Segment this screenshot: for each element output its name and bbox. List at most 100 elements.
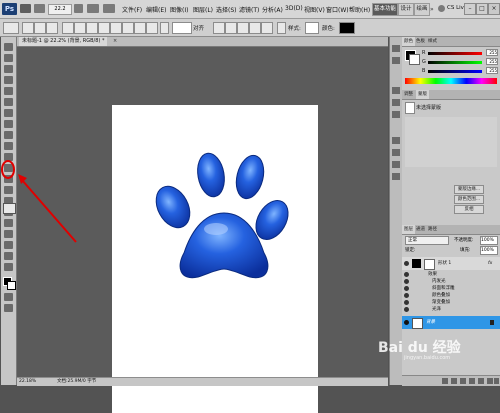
paragraph-panel-icon[interactable] xyxy=(392,173,400,180)
tab-masks[interactable]: 蒙版 xyxy=(416,90,429,99)
subtract-shape-icon[interactable] xyxy=(237,22,249,34)
launch-bridge-icon[interactable] xyxy=(20,4,31,13)
tab-paths[interactable]: 路径 xyxy=(426,225,439,234)
new-layer-icon[interactable] xyxy=(487,378,493,384)
zoom-level-menu[interactable]: 22.2 xyxy=(48,4,72,15)
view-extras-icon[interactable] xyxy=(34,4,45,13)
menu-select[interactable]: 选择(S) xyxy=(216,5,237,14)
visibility-eye-icon[interactable] xyxy=(404,261,409,266)
fill-field[interactable]: 100% xyxy=(480,246,498,255)
fill-pixels-mode-icon[interactable] xyxy=(46,22,58,34)
effect-row[interactable]: 内发光 xyxy=(402,278,500,285)
channel-r-slider[interactable] xyxy=(428,52,482,55)
workspace-essentials[interactable]: 基本功能 xyxy=(372,3,398,16)
effect-eye-icon[interactable] xyxy=(404,279,409,284)
history-panel-icon[interactable] xyxy=(392,45,400,52)
path-operation-icon[interactable] xyxy=(213,22,225,34)
workspace-painting[interactable]: 绘画 xyxy=(414,3,430,16)
opacity-field[interactable]: 100% xyxy=(480,236,498,245)
link-icon[interactable] xyxy=(277,22,286,34)
channel-r-value[interactable]: 255 xyxy=(486,49,498,56)
freeform-pen-icon[interactable] xyxy=(74,22,86,34)
close-button[interactable]: × xyxy=(488,3,500,15)
polygon-shape-icon[interactable] xyxy=(122,22,134,34)
menu-image[interactable]: 图像(I) xyxy=(170,5,188,14)
blend-mode-select[interactable]: 正常 xyxy=(405,236,449,245)
shape-layer-row[interactable]: 形状 1 fx xyxy=(402,257,500,270)
tab-adjustments[interactable]: 调整 xyxy=(402,90,415,99)
effects-row[interactable]: 效果 xyxy=(402,271,500,278)
quick-mask-icon[interactable] xyxy=(4,293,13,301)
maximize-button[interactable]: □ xyxy=(476,3,488,15)
channel-g-value[interactable]: 255 xyxy=(486,58,498,65)
eyedropper-tool-icon[interactable] xyxy=(4,98,13,106)
menu-filter[interactable]: 滤镜(T) xyxy=(239,5,259,14)
menu-layer[interactable]: 图层(L) xyxy=(193,5,213,14)
character-panel-icon[interactable] xyxy=(392,161,400,168)
effect-row[interactable]: 光泽 xyxy=(402,306,500,313)
effect-eye-icon[interactable] xyxy=(404,286,409,291)
zoom-tool-icon[interactable] xyxy=(4,263,13,271)
quick-selection-tool-icon[interactable] xyxy=(4,76,13,84)
geometry-options-icon[interactable] xyxy=(160,22,169,34)
healing-brush-tool-icon[interactable] xyxy=(4,109,13,117)
hand-tool-icon[interactable] xyxy=(4,252,13,260)
menu-view[interactable]: 视图(V) xyxy=(304,5,325,14)
screen-mode-icon[interactable] xyxy=(103,4,115,13)
actions-panel-icon[interactable] xyxy=(392,57,400,64)
intersect-shape-icon[interactable] xyxy=(249,22,261,34)
color-range-button[interactable]: 颜色范围... xyxy=(454,195,484,204)
paw-print-shape[interactable] xyxy=(112,105,318,413)
ellipse-shape-icon[interactable] xyxy=(110,22,122,34)
rectangle-shape-icon[interactable] xyxy=(86,22,98,34)
lasso-tool-icon[interactable] xyxy=(4,65,13,73)
fx-badge[interactable]: fx xyxy=(488,260,492,267)
custom-shape-icon[interactable] xyxy=(146,22,158,34)
tool-preset-icon[interactable] xyxy=(3,22,19,34)
background-eye-icon[interactable] xyxy=(404,320,409,325)
hand-tool-icon[interactable] xyxy=(74,4,83,13)
channel-b-value[interactable]: 255 xyxy=(486,67,498,74)
navigator-panel-icon[interactable] xyxy=(392,111,400,118)
line-shape-icon[interactable] xyxy=(134,22,146,34)
tab-styles[interactable]: 样式 xyxy=(426,37,439,46)
crop-tool-icon[interactable] xyxy=(4,87,13,95)
new-group-icon[interactable] xyxy=(478,378,484,384)
color-spectrum-bar[interactable] xyxy=(405,78,497,84)
document-tab[interactable]: 未标题-1 @ 22.2% (背景, RGB/8) * xyxy=(19,37,108,46)
exclude-shape-icon[interactable] xyxy=(261,22,273,34)
close-document-icon[interactable]: × xyxy=(113,38,117,44)
color-swatch[interactable] xyxy=(339,22,355,34)
delete-layer-icon[interactable] xyxy=(494,378,499,384)
bg-color-chip[interactable] xyxy=(409,54,420,65)
effect-eye-icon[interactable] xyxy=(404,307,409,312)
effect-row[interactable]: 斜面和浮雕 xyxy=(402,285,500,292)
menu-analysis[interactable]: 分析(A) xyxy=(262,5,283,14)
menu-edit[interactable]: 编辑(E) xyxy=(146,5,166,14)
info-panel-icon[interactable] xyxy=(392,87,400,94)
effect-eye-icon[interactable] xyxy=(404,293,409,298)
background-layer-row[interactable]: 背景 xyxy=(402,316,500,329)
document-canvas[interactable] xyxy=(112,105,318,413)
menu-help[interactable]: 帮助(H) xyxy=(349,5,370,14)
move-tool-icon[interactable] xyxy=(4,43,13,51)
effects-eye-icon[interactable] xyxy=(404,272,409,277)
effect-eye-icon[interactable] xyxy=(404,300,409,305)
workspace-more-icon[interactable]: » xyxy=(430,6,434,13)
invert-button[interactable]: 反相 xyxy=(454,205,484,214)
3d-orbit-tool-icon[interactable] xyxy=(4,241,13,249)
workspace-design[interactable]: 设计 xyxy=(398,3,414,16)
brush-tool-icon[interactable] xyxy=(4,120,13,128)
screen-mode-tool-icon[interactable] xyxy=(4,304,13,312)
channel-g-slider[interactable] xyxy=(428,61,482,64)
rounded-rectangle-icon[interactable] xyxy=(98,22,110,34)
channel-b-slider[interactable] xyxy=(428,70,482,73)
pen-tool-icon[interactable] xyxy=(62,22,74,34)
histogram-panel-icon[interactable] xyxy=(392,99,400,106)
dodge-tool-icon[interactable] xyxy=(4,186,13,194)
arrange-documents-icon[interactable] xyxy=(87,4,99,13)
shape-picker-icon[interactable] xyxy=(172,22,192,34)
brush-panel-icon[interactable] xyxy=(392,137,400,144)
combine-shape-icon[interactable] xyxy=(225,22,237,34)
minimize-button[interactable]: – xyxy=(464,3,476,15)
